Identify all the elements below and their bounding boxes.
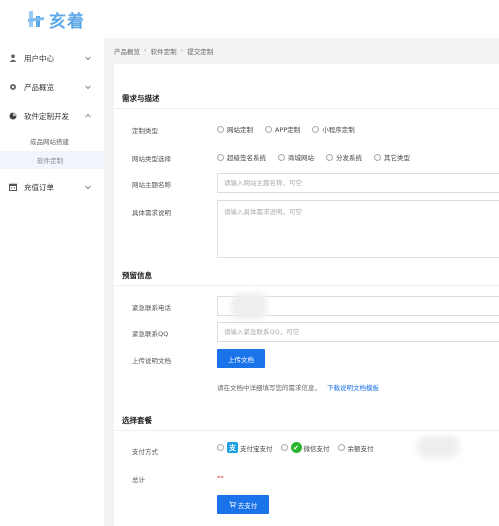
total-label: 总计 xyxy=(132,476,145,484)
logo-text: 亥着 xyxy=(49,11,85,32)
radio-label: 超级签名系统 xyxy=(227,154,266,162)
radio-circle[interactable] xyxy=(265,125,272,133)
circle-pie-icon xyxy=(9,112,17,120)
divider xyxy=(114,430,499,431)
pay-method-radio-group: 支 支付宝支付 ✔ 微信支付 余额支付 xyxy=(217,442,382,453)
radio-circle[interactable] xyxy=(374,153,381,161)
site-type-label: 网站类型选择 xyxy=(132,155,171,163)
radio-mall-site[interactable]: 商城网站 xyxy=(278,152,314,162)
radio-distribution-system[interactable]: 分发系统 xyxy=(326,152,362,162)
radio-label: 分发系统 xyxy=(336,154,362,162)
sidebar-subitem-site-build[interactable]: 成品网站搭建 xyxy=(0,132,104,150)
radio-website-custom[interactable]: 网站定制 xyxy=(217,124,253,134)
upload-hint-text: 请在文档中详细填写您的需求信息， xyxy=(217,384,321,392)
site-theme-input[interactable] xyxy=(218,174,499,192)
logo-icon xyxy=(28,11,44,27)
radio-label: 微信支付 xyxy=(303,444,330,453)
calendar-icon xyxy=(9,183,17,191)
redacted-blur xyxy=(231,293,267,319)
breadcrumb-separator: › xyxy=(180,46,184,54)
site-theme-label: 网站主题名称 xyxy=(132,181,171,189)
radio-other-type[interactable]: 其它类型 xyxy=(374,152,410,162)
upload-hint: 请在文档中详细填写您的需求信息， 下载说明文档模板 xyxy=(217,382,379,392)
radio-circle[interactable] xyxy=(337,444,345,451)
sidebar: 用户中心 产品概览 软件定制开发 成品网站搭建 软件定制 充值订单 xyxy=(0,38,104,526)
radio-label: 余额支付 xyxy=(347,444,374,453)
divider xyxy=(114,285,499,286)
radio-balance-pay[interactable]: 余额支付 xyxy=(337,443,374,453)
sidebar-item-user-center[interactable]: 用户中心 xyxy=(0,47,104,69)
radio-label: 商城网站 xyxy=(288,154,314,162)
sidebar-item-label: 充值订单 xyxy=(24,182,54,192)
logo[interactable]: 亥着 xyxy=(26,6,85,32)
breadcrumb-separator: › xyxy=(144,46,147,54)
site-theme-input-box xyxy=(217,173,499,193)
detail-textarea-box xyxy=(217,200,499,258)
chevron-down-icon xyxy=(85,85,91,90)
qq-input-box xyxy=(217,322,499,342)
sidebar-item-label: 用户中心 xyxy=(24,53,54,63)
radio-label: 支付宝支付 xyxy=(240,444,273,453)
radio-circle[interactable] xyxy=(312,125,320,133)
radio-circle[interactable] xyxy=(217,125,224,133)
total-value: -- xyxy=(217,472,224,481)
breadcrumb-item: 提交定制 xyxy=(187,48,214,56)
wechat-pay-icon: ✔ xyxy=(290,442,302,453)
qq-input[interactable] xyxy=(218,323,499,341)
sidebar-item-recharge-orders[interactable]: 充值订单 xyxy=(0,176,104,198)
radio-label: APP定制 xyxy=(275,126,301,134)
sidebar-item-label: 软件定制开发 xyxy=(24,111,69,121)
radio-wechat-pay[interactable]: ✔ 微信支付 xyxy=(280,442,330,453)
pay-method-label: 支付方式 xyxy=(132,448,158,456)
main-content: 产品概览 › 软件定制 › 提交定制 需求与描述 定制类型 网站定制 APP定制… xyxy=(104,38,499,526)
radio-label: 小程序定制 xyxy=(322,126,355,134)
breadcrumb-item[interactable]: 产品概览 xyxy=(114,46,140,56)
custom-type-radio-group: 网站定制 APP定制 小程序定制 xyxy=(217,124,367,134)
qq-label: 紧急联系QQ xyxy=(132,330,169,338)
radio-app-custom[interactable]: APP定制 xyxy=(265,124,300,134)
section-title-requirements: 需求与描述 xyxy=(122,94,160,103)
radio-circle[interactable] xyxy=(280,444,288,451)
sidebar-subitem-software-custom[interactable]: 软件定制 xyxy=(0,151,104,169)
upload-label: 上传说明文档 xyxy=(132,357,171,365)
chevron-up-icon xyxy=(85,113,91,118)
section-title-package: 选择套餐 xyxy=(122,416,152,425)
phone-label: 紧急联系电话 xyxy=(132,304,171,312)
redacted-blur xyxy=(417,436,459,458)
sidebar-item-software-custom-dev[interactable]: 软件定制开发 xyxy=(0,105,104,127)
breadcrumb-item[interactable]: 软件定制 xyxy=(151,46,177,56)
radio-circle[interactable] xyxy=(217,444,224,451)
detail-textarea[interactable] xyxy=(218,201,499,257)
radio-circle[interactable] xyxy=(278,153,285,161)
site-type-radio-group: 超级签名系统 商城网站 分发系统 其它类型 xyxy=(217,152,422,162)
pay-button[interactable]: 去支付 xyxy=(217,495,269,514)
radio-circle[interactable] xyxy=(217,153,224,161)
breadcrumb: 产品概览 › 软件定制 › 提交定制 xyxy=(114,46,213,56)
user-icon xyxy=(9,54,17,62)
radio-label: 网站定制 xyxy=(227,126,253,134)
gear-icon xyxy=(10,84,16,90)
radio-label: 其它类型 xyxy=(384,154,410,162)
sidebar-item-label: 产品概览 xyxy=(24,82,54,92)
form-card: 需求与描述 定制类型 网站定制 APP定制 小程序定制 网站类型选择 超级签名系… xyxy=(114,64,499,526)
top-bar: 亥着 xyxy=(0,0,499,38)
radio-circle[interactable] xyxy=(326,153,333,161)
divider xyxy=(114,108,499,109)
cart-icon xyxy=(229,501,236,508)
chevron-down-icon xyxy=(85,56,91,61)
download-template-link[interactable]: 下载说明文档模板 xyxy=(327,384,379,392)
custom-type-label: 定制类型 xyxy=(132,127,158,135)
upload-doc-button[interactable]: 上传文档 xyxy=(217,349,265,368)
radio-super-sign[interactable]: 超级签名系统 xyxy=(217,152,266,162)
chevron-down-icon xyxy=(85,185,91,190)
section-title-contact: 预留信息 xyxy=(122,271,152,280)
pay-button-label: 去支付 xyxy=(237,501,258,510)
sidebar-subitem-label: 软件定制 xyxy=(37,157,63,165)
sidebar-subitem-label: 成品网站搭建 xyxy=(30,138,69,146)
radio-miniprogram-custom[interactable]: 小程序定制 xyxy=(312,124,355,134)
detail-label: 具体需求说明 xyxy=(132,209,171,217)
sidebar-item-product-overview[interactable]: 产品概览 xyxy=(0,76,104,98)
radio-alipay[interactable]: 支 支付宝支付 xyxy=(217,442,273,453)
alipay-icon: 支 xyxy=(227,442,238,453)
